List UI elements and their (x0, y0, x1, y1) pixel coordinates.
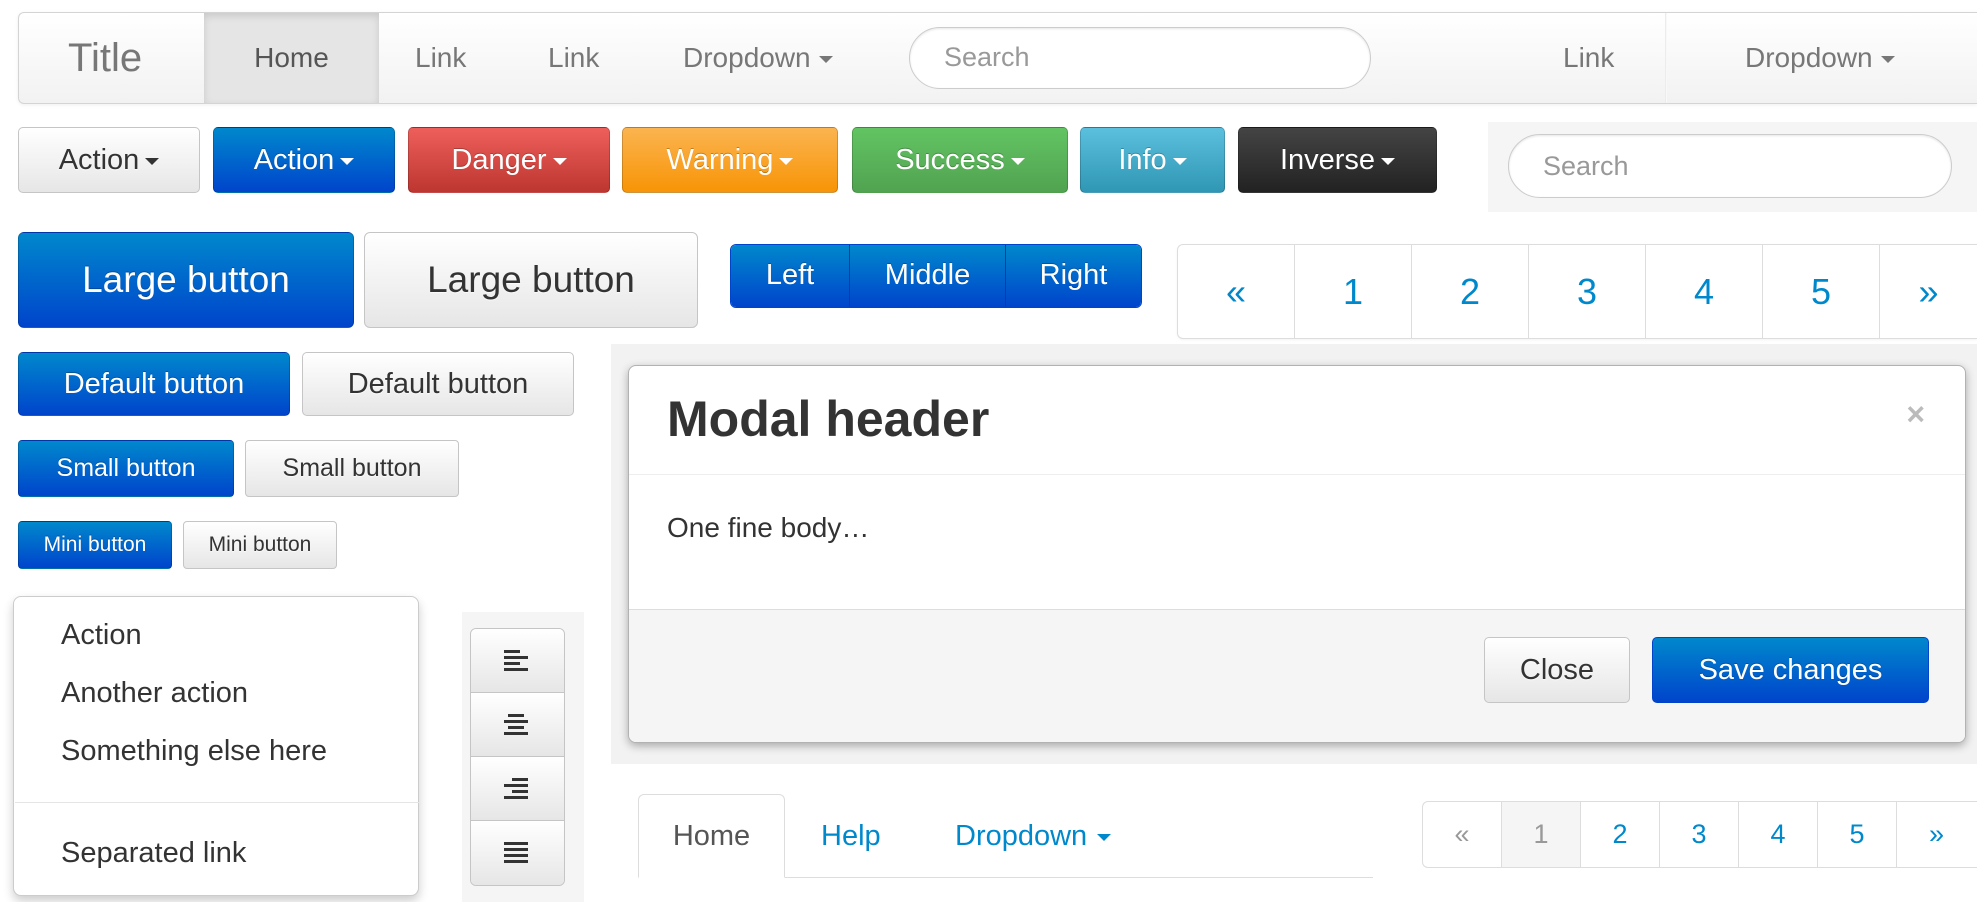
action-primary-dropdown-button[interactable]: Action (213, 127, 395, 193)
pagination-page[interactable]: 5 (1763, 245, 1880, 338)
nav-right-link[interactable]: Link (1543, 13, 1634, 103)
default-primary-button[interactable]: Default button (18, 352, 290, 416)
dropdown-divider (15, 802, 419, 803)
caret-down-icon (1010, 157, 1025, 165)
button-label: Danger (451, 144, 547, 176)
tab-dropdown-label: Dropdown (955, 820, 1088, 852)
nav-link-2[interactable]: Link (528, 13, 619, 103)
large-primary-button[interactable]: Large button (18, 232, 354, 328)
pagination-page[interactable]: 2 (1581, 802, 1660, 867)
button-label: Action (58, 144, 140, 176)
caret-down-icon (552, 157, 567, 165)
mini-default-button[interactable]: Mini button (183, 521, 337, 569)
pagination-page[interactable]: 1 (1295, 245, 1412, 338)
caret-down-icon (818, 56, 833, 64)
align-button-group (470, 628, 565, 886)
tab-dropdown[interactable]: Dropdown (925, 794, 1141, 878)
modal-title: Modal header (667, 391, 990, 447)
pagination-page[interactable]: 4 (1646, 245, 1763, 338)
modal-body-text: One fine body… (667, 512, 870, 543)
modal-close-button[interactable]: Close (1484, 637, 1630, 703)
nav-link-1[interactable]: Link (395, 13, 486, 103)
close-icon[interactable]: × (1906, 396, 1925, 433)
success-dropdown-button[interactable]: Success (852, 127, 1068, 193)
search-input[interactable]: Search (1508, 134, 1952, 198)
info-dropdown-button[interactable]: Info (1080, 127, 1225, 193)
align-justify-icon (504, 842, 528, 863)
button-group: Left Middle Right (730, 244, 1142, 308)
pagination-page[interactable]: 3 (1529, 245, 1646, 338)
button-label: Info (1118, 144, 1167, 176)
tab-home[interactable]: Home (638, 794, 785, 878)
caret-down-icon (1172, 157, 1187, 165)
mini-primary-button[interactable]: Mini button (18, 521, 172, 569)
right-button[interactable]: Right (1006, 245, 1141, 307)
navbar-search-input[interactable]: Search (909, 27, 1371, 89)
modal-dialog: Modal header × One fine body… Close Save… (628, 365, 1966, 743)
dropdown-item-something-else[interactable]: Something else here (61, 735, 327, 768)
button-label: Inverse (1279, 144, 1376, 176)
align-justify-button[interactable] (471, 821, 564, 885)
pagination-page-current[interactable]: 1 (1502, 802, 1581, 867)
middle-button[interactable]: Middle (850, 245, 1006, 307)
nav-dropdown-label: Dropdown (683, 42, 811, 73)
align-right-icon (504, 778, 528, 799)
pagination-prev[interactable]: « (1423, 802, 1502, 867)
warning-dropdown-button[interactable]: Warning (622, 127, 838, 193)
pagination-next[interactable]: » (1880, 245, 1977, 338)
pagination-large: « 1 2 3 4 5 » (1177, 244, 1977, 339)
action-default-dropdown-button[interactable]: Action (18, 127, 200, 193)
align-right-button[interactable] (471, 757, 564, 821)
left-button[interactable]: Left (731, 245, 850, 307)
dropdown-menu: Action Another action Something else her… (13, 596, 419, 896)
dropdown-item-action[interactable]: Action (61, 619, 142, 652)
caret-down-icon (145, 157, 160, 165)
pagination-page[interactable]: 5 (1818, 802, 1897, 867)
pagination-page[interactable]: 2 (1412, 245, 1529, 338)
button-label: Warning (666, 144, 774, 176)
nav-right-dropdown-label: Dropdown (1745, 42, 1873, 73)
default-default-button[interactable]: Default button (302, 352, 574, 416)
modal-footer: Close Save changes (629, 609, 1965, 742)
align-center-button[interactable] (471, 693, 564, 757)
caret-down-icon (1880, 56, 1895, 64)
pagination-page[interactable]: 4 (1739, 802, 1818, 867)
nav-dropdown[interactable]: Dropdown (663, 13, 853, 103)
large-default-button[interactable]: Large button (364, 232, 698, 328)
pagination-next[interactable]: » (1897, 802, 1976, 867)
tab-help[interactable]: Help (791, 794, 911, 878)
save-changes-button[interactable]: Save changes (1652, 637, 1929, 703)
navbar: Title Home Link Link Dropdown Search Lin… (18, 12, 1977, 104)
pagination-page[interactable]: 3 (1660, 802, 1739, 867)
align-left-icon (504, 650, 528, 671)
nav-right-dropdown[interactable]: Dropdown (1725, 13, 1915, 103)
modal-header: Modal header × (629, 366, 1965, 475)
caret-down-icon (779, 157, 794, 165)
dropdown-item-another-action[interactable]: Another action (61, 677, 248, 710)
align-center-icon (504, 714, 528, 735)
pagination-small: « 1 2 3 4 5 » (1422, 801, 1977, 868)
pagination-prev[interactable]: « (1178, 245, 1295, 338)
caret-down-icon (340, 157, 355, 165)
navbar-divider (1665, 13, 1667, 103)
align-left-button[interactable] (471, 629, 564, 693)
navbar-brand[interactable]: Title (68, 13, 142, 103)
inverse-dropdown-button[interactable]: Inverse (1238, 127, 1437, 193)
danger-dropdown-button[interactable]: Danger (408, 127, 610, 193)
dropdown-item-separated-link[interactable]: Separated link (61, 837, 246, 870)
caret-down-icon (1097, 833, 1112, 841)
button-label: Success (895, 144, 1005, 176)
caret-down-icon (1381, 157, 1396, 165)
button-label: Action (253, 144, 335, 176)
nav-link-home[interactable]: Home (204, 13, 379, 103)
small-default-button[interactable]: Small button (245, 440, 459, 497)
small-primary-button[interactable]: Small button (18, 440, 234, 497)
